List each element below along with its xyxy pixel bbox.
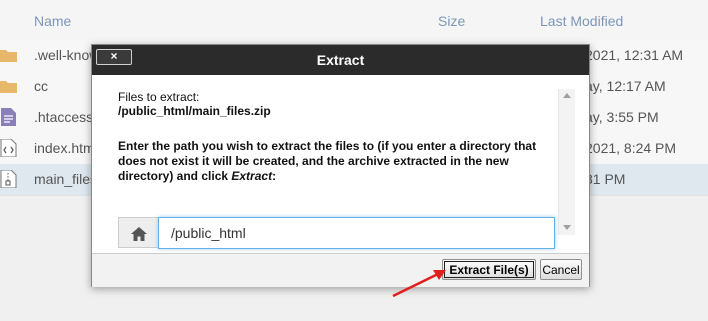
instruction-action: Extract — [231, 169, 273, 183]
file-list-header: Name Size Last Modified — [0, 0, 708, 41]
file-modified: ay, 3:55 PM — [585, 109, 659, 125]
dialog-footer: Extract File(s) Cancel — [92, 253, 589, 287]
cancel-button[interactable]: Cancel — [540, 259, 582, 280]
home-addon — [118, 217, 158, 248]
file-name: .htaccess — [34, 109, 94, 125]
extract-path-group — [118, 217, 555, 249]
code-file-icon — [0, 139, 17, 157]
column-header-name[interactable]: Name — [34, 13, 71, 29]
folder-icon — [0, 81, 17, 93]
file-modified: 2021, 12:31 AM — [585, 47, 684, 63]
extract-path-input[interactable] — [158, 217, 555, 249]
file-modified: 31 PM — [585, 171, 626, 187]
home-icon — [131, 227, 147, 241]
extract-files-button[interactable]: Extract File(s) — [442, 259, 536, 280]
scroll-down-icon[interactable] — [563, 225, 571, 230]
folder-icon — [0, 50, 17, 62]
instruction-suffix: : — [272, 169, 277, 183]
text-file-icon — [1, 108, 16, 126]
file-modified: 2021, 8:24 PM — [585, 140, 677, 156]
dialog-scrollbar[interactable] — [558, 89, 575, 235]
column-header-size[interactable]: Size — [438, 13, 465, 29]
file-modified: ay, 12:17 AM — [585, 78, 666, 94]
file-name: index.html — [34, 140, 98, 156]
files-to-extract-path: /public_html/main_files.zip — [118, 104, 271, 118]
column-header-last-modified[interactable]: Last Modified — [540, 13, 623, 29]
extract-instructions: Enter the path you wish to extract the f… — [118, 139, 558, 184]
dialog-title: Extract — [316, 52, 365, 68]
extract-dialog: Extract × Files to extract: /public_html… — [91, 44, 590, 287]
scroll-up-icon[interactable] — [563, 93, 571, 98]
files-to-extract-label: Files to extract: — [118, 90, 200, 104]
dialog-titlebar[interactable]: Extract × — [92, 45, 589, 75]
instruction-text: Enter the path you wish to extract the f… — [118, 139, 537, 183]
dialog-body: Files to extract: /public_html/main_file… — [92, 75, 589, 253]
file-name: cc — [34, 78, 48, 94]
zip-file-icon — [0, 170, 17, 188]
close-button[interactable]: × — [96, 49, 132, 65]
